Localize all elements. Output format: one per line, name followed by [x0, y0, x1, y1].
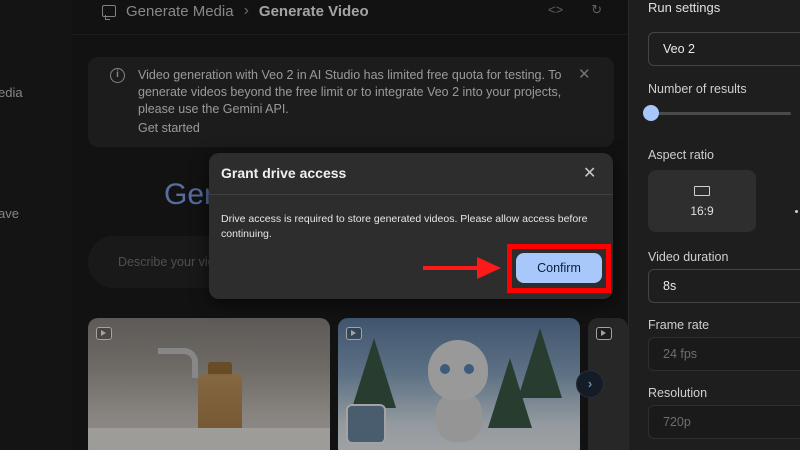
- frame-rate-label: Frame rate: [648, 318, 710, 332]
- run-settings-panel: Run settings Veo 2 Number of results Asp…: [628, 0, 800, 450]
- dialog-divider: [209, 194, 613, 195]
- aspect-ratio-option[interactable]: 16:9: [648, 170, 756, 232]
- dialog-body: Drive access is required to store genera…: [221, 213, 588, 240]
- number-of-results-label: Number of results: [648, 82, 747, 96]
- pointer-arrow-icon: [423, 257, 501, 279]
- model-select[interactable]: Veo 2: [648, 32, 800, 66]
- results-slider-thumb[interactable]: [643, 105, 659, 121]
- model-value: Veo 2: [663, 42, 695, 56]
- dialog-title: Grant drive access: [221, 165, 347, 181]
- video-duration-select[interactable]: 8s: [648, 269, 800, 303]
- resolution-value: 720p: [663, 415, 691, 429]
- run-settings-title: Run settings: [648, 0, 721, 15]
- aspect-ratio-value: 16:9: [690, 204, 714, 218]
- dialog-close-icon[interactable]: ✕: [583, 163, 596, 183]
- video-duration-label: Video duration: [648, 250, 729, 264]
- confirm-button[interactable]: Confirm: [516, 253, 602, 283]
- video-duration-value: 8s: [663, 279, 677, 293]
- partial-option-mark: [795, 210, 798, 213]
- results-slider-track[interactable]: [651, 112, 791, 115]
- aspect-ratio-icon: [694, 186, 710, 196]
- resolution-select: 720p: [648, 405, 800, 439]
- frame-rate-value: 24 fps: [663, 347, 698, 361]
- resolution-label: Resolution: [648, 386, 708, 400]
- aspect-ratio-label: Aspect ratio: [648, 148, 715, 162]
- frame-rate-select: 24 fps: [648, 337, 800, 371]
